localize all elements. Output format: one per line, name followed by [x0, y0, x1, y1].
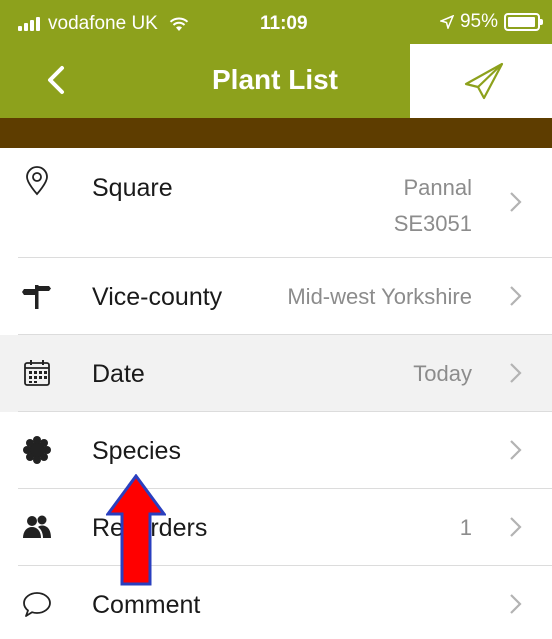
square-grid-ref: SE3051: [393, 211, 472, 236]
signpost-icon: [22, 285, 51, 309]
comment-label: Comment: [92, 591, 201, 619]
battery-group: 95%: [439, 11, 543, 33]
send-button[interactable]: [410, 44, 552, 118]
recorders-count: 1: [459, 515, 472, 540]
wifi-icon: [169, 17, 189, 31]
chevron-right-icon: [510, 192, 522, 212]
square-label: Square: [92, 174, 173, 202]
chevron-right-icon: [510, 363, 522, 383]
species-label: Species: [92, 437, 181, 465]
people-icon: [23, 515, 51, 538]
chevron-right-icon: [510, 440, 522, 460]
record-details-list: Square Pannal SE3051 Vice-county Mid-wes…: [0, 148, 552, 639]
date-value: Today: [413, 361, 472, 386]
page-title: Plant List: [211, 64, 338, 95]
carrier-name: vodafone UK: [48, 13, 158, 34]
carrier-group: vodafone UK: [18, 13, 190, 35]
comment-row[interactable]: Comment: [0, 566, 552, 639]
date-label: Date: [92, 360, 145, 388]
square-place-name: Pannal: [403, 175, 472, 200]
navigation-bar: Plant List: [0, 44, 552, 118]
calendar-icon: [24, 360, 50, 386]
map-pin-icon: [26, 166, 48, 196]
vice-county-label: Vice-county: [92, 283, 223, 311]
flower-icon: [23, 436, 51, 464]
chevron-right-icon: [510, 286, 522, 306]
vice-county-value: Mid-west Yorkshire: [287, 284, 472, 309]
status-bar: vodafone UK 11:09 95%: [0, 0, 552, 44]
signal-icon: [18, 17, 40, 31]
species-row[interactable]: Species: [0, 412, 552, 489]
square-value: Pannal SE3051: [394, 170, 472, 242]
battery-percent: 95%: [459, 11, 498, 32]
header-divider-bar: [0, 118, 552, 148]
date-row[interactable]: Date Today: [0, 335, 552, 412]
paper-plane-icon: [464, 62, 504, 100]
status-time: 11:09: [260, 13, 308, 34]
chevron-right-icon: [510, 594, 522, 614]
recorders-row[interactable]: Recorders 1: [0, 489, 552, 566]
chevron-right-icon: [510, 517, 522, 537]
battery-icon: [504, 13, 543, 31]
location-arrow-icon: [439, 15, 454, 29]
chevron-left-icon: [48, 66, 64, 94]
back-button[interactable]: [38, 60, 78, 100]
vice-county-row[interactable]: Vice-county Mid-west Yorkshire: [0, 258, 552, 335]
speech-bubble-icon: [23, 592, 51, 617]
square-row[interactable]: Square Pannal SE3051: [0, 148, 552, 258]
recorders-label: Recorders: [92, 514, 208, 542]
